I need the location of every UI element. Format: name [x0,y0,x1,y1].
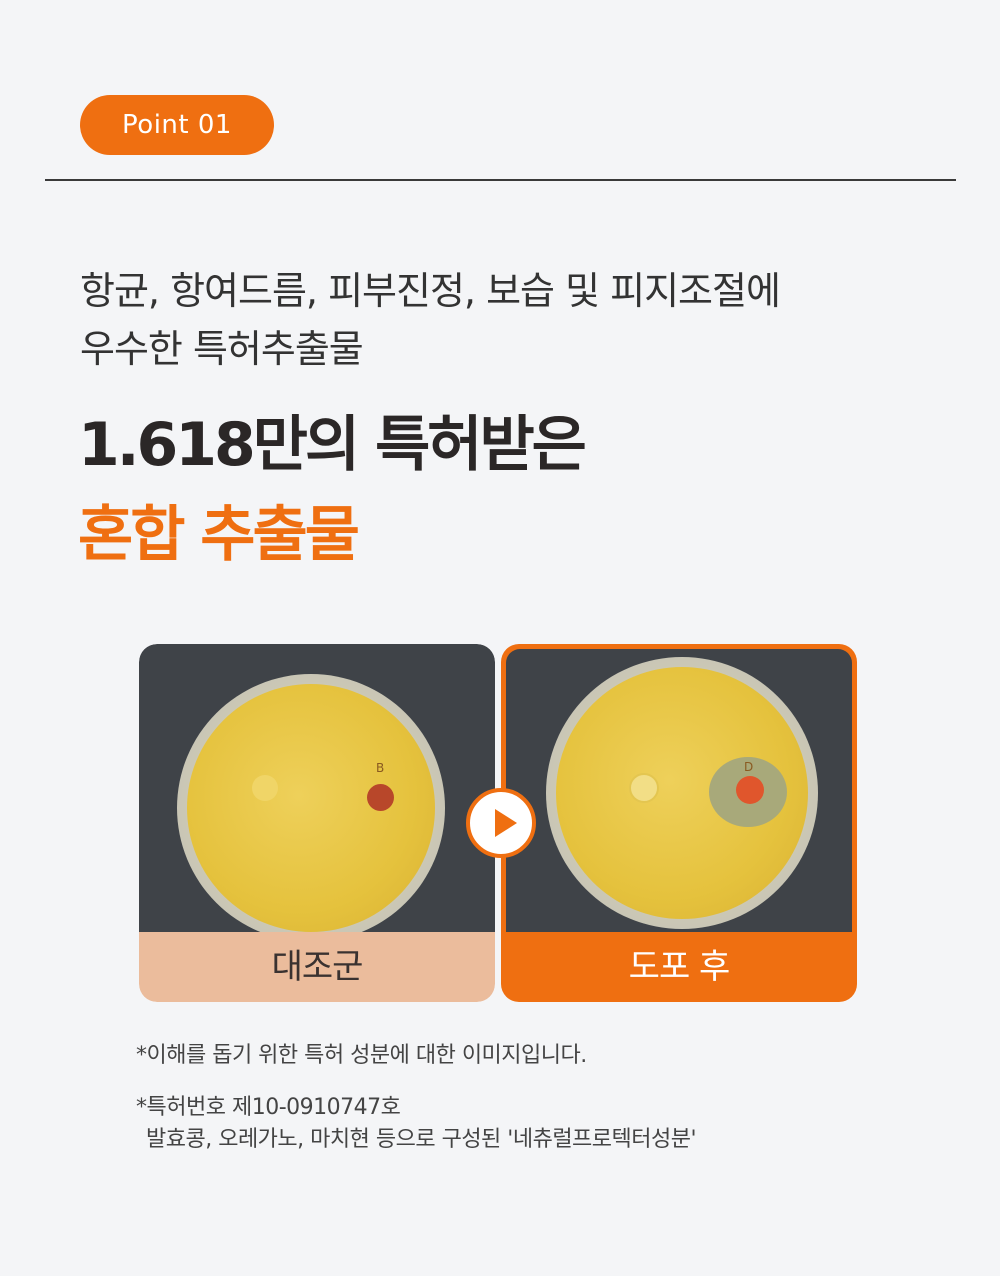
footnote-patent-number: *특허번호 제10-0910747호 [136,1095,401,1120]
before-label: 대조군 [139,932,495,1002]
headline: 1.618만의 특허받은 [78,410,587,480]
play-icon [466,788,536,858]
before-petri-dish-image: B [139,644,495,932]
plate-mark: D [744,760,754,774]
after-label: 도포 후 [628,947,731,987]
after-petri-dish-image: D [506,649,852,932]
footnote-image-note: *이해를 돕기 위한 특허 성분에 대한 이미지입니다. [136,1043,587,1068]
before-card: B 대조군 [139,644,495,1002]
headline-highlight: 혼합 추출물 [78,500,360,570]
subheading-line-1: 항균, 항여드름, 피부진정, 보습 및 피지조절에 [80,269,781,313]
footnote-ingredients: 발효콩, 오레가노, 마치현 등으로 구성된 '네츄럴프로텍터성분' [146,1127,697,1152]
point-badge: Point 01 [80,95,274,155]
after-card: D 도포 후 [501,644,857,1002]
play-triangle [495,809,517,837]
divider [45,179,956,181]
subheading: 항균, 항여드름, 피부진정, 보습 및 피지조절에 우수한 특허추출물 [80,262,940,378]
plate-mark: B [376,761,385,775]
subheading-line-2: 우수한 특허추출물 [80,327,364,371]
